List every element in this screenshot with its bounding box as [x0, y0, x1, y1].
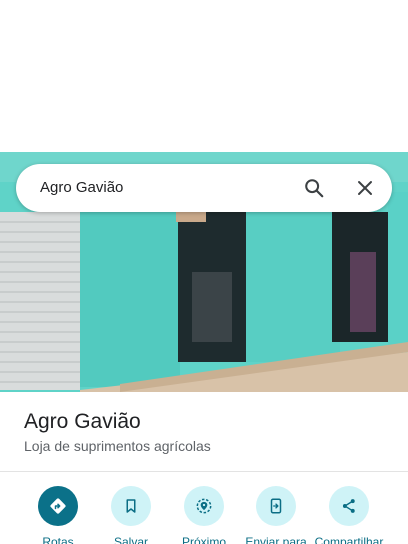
search-query[interactable]: Agro Gavião	[40, 164, 123, 212]
action-bar: Rotas Salvar Próximo Enviar para Compart…	[0, 486, 408, 544]
search-icon[interactable]	[298, 172, 330, 204]
bookmark-icon	[111, 486, 151, 526]
share-button[interactable]: Compartilhar	[313, 486, 385, 544]
close-icon[interactable]	[349, 172, 381, 204]
share-icon	[329, 486, 369, 526]
search-bar[interactable]: Agro Gavião	[16, 164, 392, 212]
save-button[interactable]: Salvar	[95, 486, 167, 544]
divider	[0, 471, 408, 472]
place-title: Agro Gavião	[24, 410, 141, 433]
send-to-phone-icon	[256, 486, 296, 526]
place-category: Loja de suprimentos agrícolas	[24, 438, 211, 454]
directions-icon	[38, 486, 78, 526]
nearby-icon	[184, 486, 224, 526]
directions-button[interactable]: Rotas	[22, 486, 94, 544]
send-to-phone-button[interactable]: Enviar para	[240, 486, 312, 544]
share-label: Compartilhar	[314, 535, 384, 544]
